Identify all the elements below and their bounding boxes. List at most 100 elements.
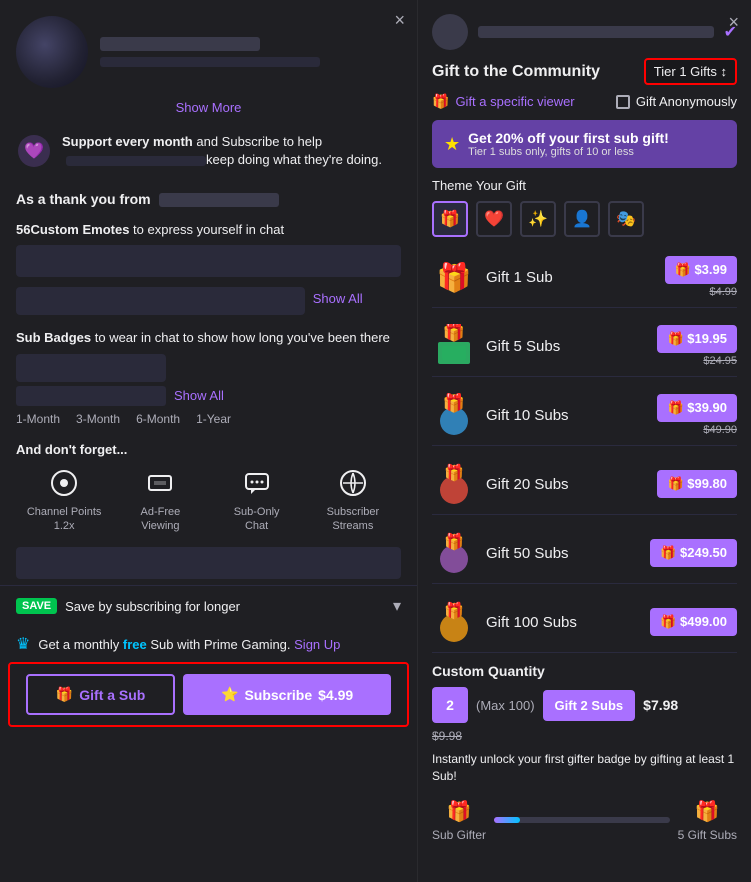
- promo-star-icon: ★: [444, 134, 460, 155]
- right-panel: × ✔ Gift to the Community Tier 1 Gifts ↕…: [418, 0, 751, 882]
- gift-specific-icon: 🎁: [432, 93, 449, 110]
- right-title: Gift to the Community: [432, 63, 600, 81]
- gift-1-original: $4.99: [709, 286, 737, 298]
- gift-row-50: 🎁 Gift 50 Subs 🎁 $249.50: [432, 523, 737, 584]
- subscriber-streams-label: SubscriberStreams: [327, 505, 380, 534]
- svg-text:🎁: 🎁: [444, 532, 464, 551]
- prime-section: ♛ Get a monthly free Sub with Prime Gami…: [0, 626, 417, 662]
- gift-50-btn[interactable]: 🎁 $249.50: [650, 539, 737, 567]
- theme-section: Theme Your Gift 🎁 ❤️ ✨ 👤 🎭: [418, 178, 751, 247]
- custom-gift-button[interactable]: Gift 2 Subs: [543, 690, 636, 721]
- gift-5-original: $24.95: [703, 355, 737, 367]
- ad-free-label: Ad-FreeViewing: [141, 505, 181, 534]
- prime-crown-icon: ♛: [16, 634, 30, 654]
- svg-text:🎁: 🎁: [443, 324, 465, 342]
- gift-5-image: 🎁: [432, 324, 476, 368]
- channel-avatar: [16, 16, 88, 88]
- gift-20-image: 🎁: [432, 462, 476, 506]
- thank-you-section: As a thank you from: [0, 179, 417, 215]
- gift-icon: 🎁: [56, 686, 73, 703]
- svg-text:🎁: 🎁: [443, 393, 465, 413]
- gift-5-btn[interactable]: 🎁 $19.95: [657, 325, 737, 353]
- gift-20-name: Gift 20 Subs: [486, 476, 647, 493]
- gift-10-original: $49.90: [703, 424, 737, 436]
- duration-1year: 1-Year: [196, 412, 231, 426]
- svg-text:🎁: 🎁: [444, 601, 464, 620]
- gift-5-price-col: 🎁 $19.95 $24.95: [657, 325, 737, 367]
- left-panel: × Show More 💜 Support every month and Su…: [0, 0, 418, 882]
- custom-price: $7.98: [643, 697, 678, 713]
- anon-row: Gift Anonymously: [616, 94, 737, 109]
- custom-original-price: $9.98: [418, 729, 751, 743]
- theme-mask[interactable]: 🎭: [608, 201, 644, 237]
- gift-100-name: Gift 100 Subs: [486, 614, 640, 631]
- gift-100-image: 🎁: [432, 600, 476, 644]
- subscribe-button[interactable]: ⭐ Subscribe $4.99: [183, 674, 391, 715]
- channel-points-label: Channel Points1.2x: [27, 505, 102, 534]
- channel-info: [100, 37, 401, 67]
- right-close-button[interactable]: ×: [728, 12, 739, 33]
- gift-row-1: 🎁 Gift 1 Sub 🎁 $3.99 $4.99: [432, 247, 737, 308]
- channel-points-icon: [48, 467, 80, 499]
- anon-checkbox[interactable]: [616, 95, 630, 109]
- dont-forget-label: And don't forget...: [0, 434, 417, 461]
- show-more-button[interactable]: Show More: [0, 96, 417, 123]
- gifter-end-label: 🎁 5 Gift Subs: [678, 799, 737, 842]
- theme-heart[interactable]: ❤️: [476, 201, 512, 237]
- badges-section: Sub Badges to wear in chat to show how l…: [0, 321, 417, 433]
- gifter-badge-section: Instantly unlock your first gifter badge…: [418, 743, 751, 793]
- qty-max-label: (Max 100): [476, 698, 535, 713]
- theme-person[interactable]: 👤: [564, 201, 600, 237]
- channel-header: [0, 0, 417, 96]
- gift-20-btn[interactable]: 🎁 $99.80: [657, 470, 737, 498]
- badges-row2-bar: [16, 386, 166, 406]
- right-title-row: Gift to the Community Tier 1 Gifts ↕: [418, 58, 751, 93]
- emotes-row2-bar: [16, 287, 305, 315]
- support-text: Support every month and Subscribe to hel…: [62, 133, 382, 169]
- save-section[interactable]: SAVE Save by subscribing for longer ▾: [0, 585, 417, 626]
- gift-sub-button[interactable]: 🎁 Gift a Sub: [26, 674, 175, 715]
- custom-qty-input[interactable]: [432, 687, 468, 723]
- gifter-progress: 🎁 Sub Gifter 🎁 5 Gift Subs: [418, 793, 751, 848]
- theme-label: Theme Your Gift: [432, 178, 737, 193]
- left-close-button[interactable]: ×: [394, 10, 405, 31]
- gift-100-btn[interactable]: 🎁 $499.00: [650, 608, 737, 636]
- gift-100-price-col: 🎁 $499.00: [650, 608, 737, 636]
- gifter-end-icon: 🎁: [695, 799, 720, 824]
- tier-dropdown[interactable]: Tier 1 Gifts ↕: [644, 58, 737, 85]
- gift-50-name: Gift 50 Subs: [486, 545, 640, 562]
- gift-50-price-col: 🎁 $249.50: [650, 539, 737, 567]
- channel-desc-bar: [100, 57, 320, 67]
- save-badge: SAVE: [16, 598, 57, 614]
- gift-row-5: 🎁 Gift 5 Subs 🎁 $19.95 $24.95: [432, 316, 737, 377]
- show-all-emotes-link[interactable]: Show All: [313, 291, 363, 306]
- gift-row-20: 🎁 Gift 20 Subs 🎁 $99.80: [432, 454, 737, 515]
- gift-1-btn[interactable]: 🎁 $3.99: [665, 256, 737, 284]
- sign-up-link[interactable]: Sign Up: [294, 637, 340, 652]
- action-buttons: 🎁 Gift a Sub ⭐ Subscribe $4.99: [8, 662, 409, 727]
- gift-10-btn[interactable]: 🎁 $39.90: [657, 394, 737, 422]
- gift-1-name: Gift 1 Sub: [486, 269, 655, 286]
- bottom-bar: [16, 547, 401, 579]
- promo-banner: ★ Get 20% off your first sub gift! Tier …: [432, 120, 737, 168]
- theme-gift-box[interactable]: 🎁: [432, 201, 468, 237]
- sub-chat-label: Sub-OnlyChat: [234, 505, 280, 534]
- show-all-badges-link[interactable]: Show All: [174, 388, 224, 403]
- perks-grid: Channel Points1.2x Ad-FreeViewing: [0, 461, 417, 542]
- duration-1month: 1-Month: [16, 412, 60, 426]
- gifter-progress-bar: [494, 817, 670, 823]
- support-banner: 💜 Support every month and Subscribe to h…: [0, 123, 417, 179]
- emotes-preview-bar: [16, 245, 401, 277]
- gift-specific-viewer[interactable]: 🎁 Gift a specific viewer: [432, 93, 575, 110]
- gift-10-name: Gift 10 Subs: [486, 407, 647, 424]
- save-text: Save by subscribing for longer: [65, 599, 385, 614]
- right-name-bar: [478, 26, 714, 38]
- svg-text:🎁: 🎁: [444, 463, 464, 482]
- theme-sparkle[interactable]: ✨: [520, 201, 556, 237]
- right-options-row: 🎁 Gift a specific viewer Gift Anonymousl…: [418, 93, 751, 120]
- channel-name-bar: [100, 37, 260, 51]
- ad-free-icon: [144, 467, 176, 499]
- custom-qty-row: (Max 100) Gift 2 Subs $7.98: [432, 687, 737, 723]
- perk-ad-free: Ad-FreeViewing: [120, 467, 200, 534]
- subscriber-streams-icon: [337, 467, 369, 499]
